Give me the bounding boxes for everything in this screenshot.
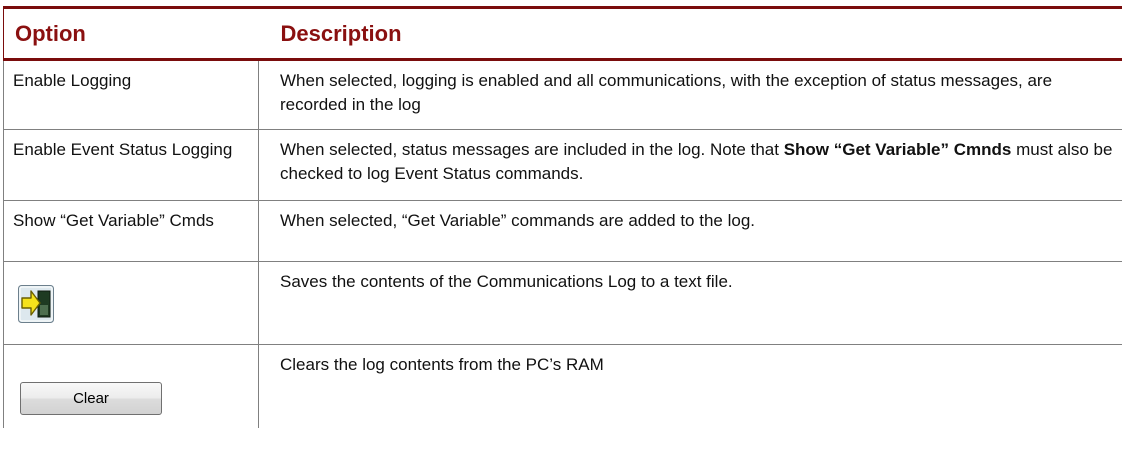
description-cell: When selected, logging is enabled and al… xyxy=(258,59,1122,130)
option-cell: Clear xyxy=(3,344,259,428)
table-row: Show “Get Variable” Cmds When selected, … xyxy=(3,200,1122,262)
table-row: Clear Clears the log contents from the P… xyxy=(3,344,1122,428)
option-cell: Enable Event Status Logging xyxy=(3,129,259,201)
option-cell: Show “Get Variable” Cmds xyxy=(3,200,259,262)
save-to-file-icon[interactable] xyxy=(18,285,54,323)
description-cell: Clears the log contents from the PC’s RA… xyxy=(258,344,1122,428)
description-column-header: Description xyxy=(258,6,1122,61)
table-row: Enable Logging When selected, logging is… xyxy=(3,59,1122,130)
description-cell: Saves the contents of the Communications… xyxy=(258,261,1122,345)
option-cell: Enable Logging xyxy=(3,59,259,130)
options-table: Option Description Enable Logging When s… xyxy=(3,6,1122,428)
description-cell: When selected, status messages are inclu… xyxy=(258,129,1122,201)
clear-button[interactable]: Clear xyxy=(20,382,162,415)
table-row: Saves the contents of the Communications… xyxy=(3,261,1122,345)
table-row: Enable Event Status Logging When selecte… xyxy=(3,129,1122,201)
description-cell: When selected, “Get Variable” commands a… xyxy=(258,200,1122,262)
description-bold-text: Show “Get Variable” Cmnds xyxy=(783,140,1012,159)
option-cell xyxy=(3,261,259,345)
header-row: Option Description xyxy=(3,6,1122,61)
option-column-header: Option xyxy=(3,6,259,61)
description-text: When selected, status messages are inclu… xyxy=(280,140,784,159)
